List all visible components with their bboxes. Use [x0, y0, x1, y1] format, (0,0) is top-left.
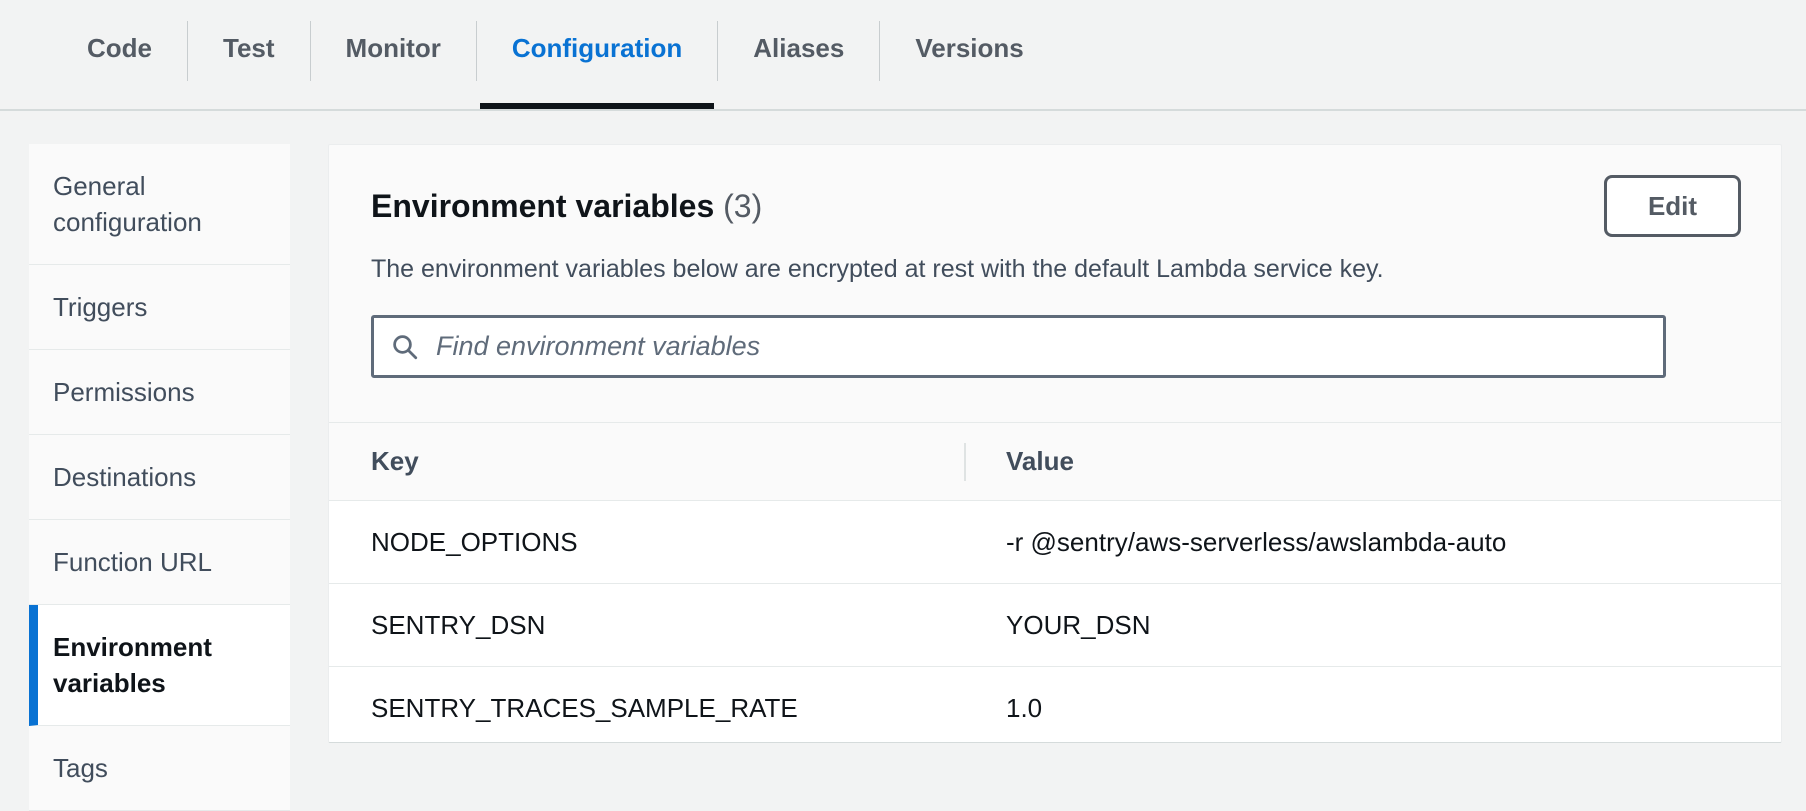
column-header-key: Key: [329, 446, 964, 477]
table-body: NODE_OPTIONS-r @sentry/aws-serverless/aw…: [329, 500, 1781, 743]
search-icon: [390, 332, 420, 362]
search-box: [371, 315, 1666, 378]
sidebar-item-permissions[interactable]: Permissions: [29, 350, 290, 435]
env-var-value: YOUR_DSN: [964, 610, 1781, 641]
env-var-key: SENTRY_DSN: [329, 610, 964, 641]
tab-aliases[interactable]: Aliases: [718, 0, 879, 96]
env-var-key: NODE_OPTIONS: [329, 527, 964, 558]
sidebar-item-general-configuration[interactable]: General configuration: [29, 144, 290, 265]
env-var-value: -r @sentry/aws-serverless/awslambda-auto: [964, 527, 1781, 558]
panel-title-text: Environment variables: [371, 188, 714, 224]
tab-versions[interactable]: Versions: [880, 0, 1058, 96]
column-divider: [964, 443, 966, 481]
panel-title: Environment variables (3): [371, 175, 762, 237]
env-var-row-sentry-dsn: SENTRY_DSNYOUR_DSN: [329, 583, 1781, 666]
sidebar-item-tags[interactable]: Tags: [29, 726, 290, 811]
env-var-key: SENTRY_TRACES_SAMPLE_RATE: [329, 693, 964, 724]
tab-code[interactable]: Code: [52, 0, 187, 96]
tab-configuration[interactable]: Configuration: [477, 0, 717, 96]
env-var-value: 1.0: [964, 693, 1781, 724]
panel-count: (3): [723, 188, 762, 224]
sidebar-item-environment-variables[interactable]: Environment variables: [29, 605, 290, 726]
configuration-sidebar: General configurationTriggersPermissions…: [29, 144, 290, 811]
edit-button[interactable]: Edit: [1604, 175, 1741, 237]
sidebar-item-destinations[interactable]: Destinations: [29, 435, 290, 520]
panel-description: The environment variables below are encr…: [371, 255, 1739, 283]
table-header-row: Key Value: [329, 423, 1781, 500]
env-var-row-node-options: NODE_OPTIONS-r @sentry/aws-serverless/aw…: [329, 500, 1781, 583]
panel-header: Environment variables (3) Edit: [371, 175, 1741, 237]
find-environment-variables-input[interactable]: [434, 330, 1647, 363]
tab-test[interactable]: Test: [188, 0, 310, 96]
env-var-row-sentry-traces-sample-rate: SENTRY_TRACES_SAMPLE_RATE1.0: [329, 666, 1781, 743]
function-tab-bar: CodeTestMonitorConfigurationAliasesVersi…: [0, 0, 1806, 111]
tab-monitor[interactable]: Monitor: [311, 0, 476, 96]
lambda-configuration-page: { "tabs": { "items": [ { "label": "Code"…: [0, 0, 1806, 764]
sidebar-item-function-url[interactable]: Function URL: [29, 520, 290, 605]
environment-variables-table: Key Value NODE_OPTIONS-r @sentry/aws-ser…: [329, 422, 1781, 743]
column-header-value: Value: [964, 446, 1781, 477]
sidebar-item-triggers[interactable]: Triggers: [29, 265, 290, 350]
environment-variables-panel: Environment variables (3) Edit The envir…: [328, 144, 1782, 743]
